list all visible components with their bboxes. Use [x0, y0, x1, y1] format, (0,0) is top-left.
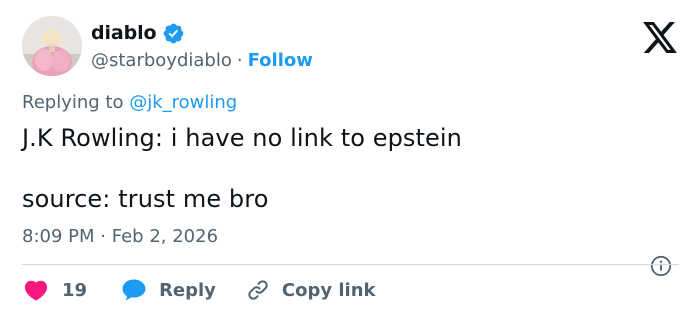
handle-separator: · — [236, 49, 243, 71]
reply-label: Reply — [159, 279, 216, 301]
like-count: 19 — [62, 279, 88, 301]
embedded-post-card: diablo @starboydiablo · Follow Replying … — [0, 0, 700, 318]
replying-to-line: Replying to @jk_rowling — [22, 92, 237, 113]
replying-to-prefix: Replying to — [22, 92, 130, 113]
avatar[interactable] — [22, 16, 82, 76]
tweet-text-line-2: source: trust me bro — [22, 185, 269, 213]
reply-mention-link[interactable]: @jk_rowling — [129, 92, 237, 113]
timestamp-separator: · — [100, 226, 106, 247]
author-name-row: diablo — [91, 20, 185, 46]
tweet-text-line-1: J.K Rowling: i have no link to epstein — [22, 124, 462, 152]
follow-button[interactable]: Follow — [248, 50, 313, 71]
reply-button[interactable]: Reply — [121, 278, 216, 302]
link-icon — [248, 280, 268, 300]
verified-badge-icon — [162, 22, 185, 45]
post-time: 8:09 PM — [22, 226, 95, 247]
copy-link-label: Copy link — [281, 279, 376, 301]
author-display-name[interactable]: diablo — [91, 22, 157, 44]
copy-link-button[interactable]: Copy link — [246, 278, 376, 302]
post-date: Feb 2, 2026 — [111, 226, 219, 247]
action-bar: 19 Reply Copy link — [24, 276, 376, 304]
post-timestamp[interactable]: 8:09 PM · Feb 2, 2026 — [22, 226, 218, 247]
speech-bubble-icon — [122, 279, 146, 301]
author-handle[interactable]: @starboydiablo — [91, 50, 232, 71]
like-button[interactable]: 19 — [24, 279, 87, 301]
info-icon[interactable] — [650, 255, 672, 277]
heart-icon — [24, 280, 48, 301]
author-handle-row: @starboydiablo · Follow — [91, 47, 313, 73]
avatar-image — [22, 16, 82, 76]
divider — [22, 264, 679, 265]
x-logo-icon[interactable] — [643, 22, 677, 53]
